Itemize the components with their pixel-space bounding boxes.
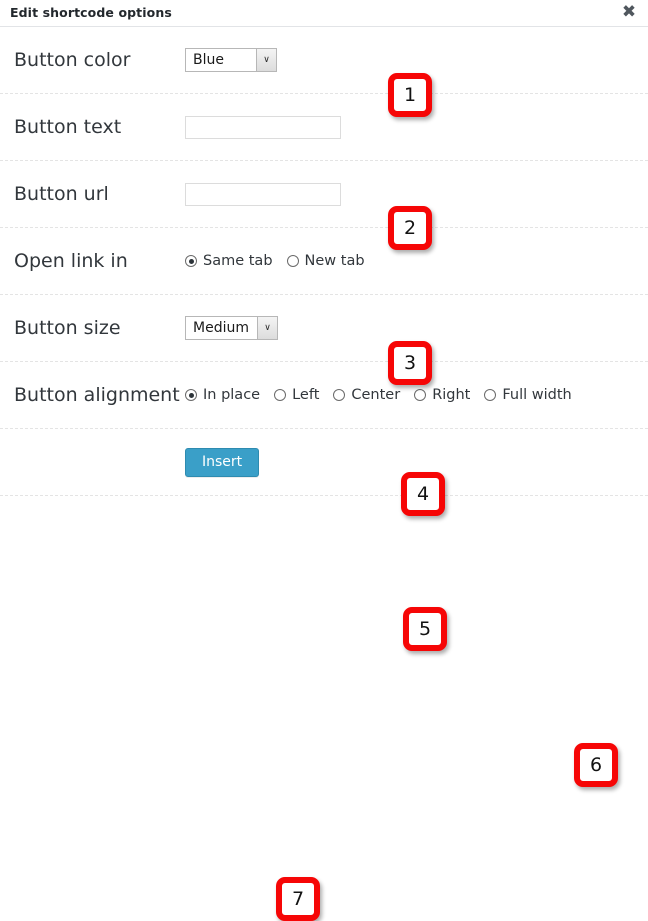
label-button-alignment: Button alignment bbox=[14, 383, 180, 406]
radio-center[interactable]: Center bbox=[333, 388, 400, 403]
row-button-url: Button url 3 bbox=[0, 161, 648, 385]
chevron-down-icon: ∨ bbox=[256, 317, 277, 339]
row-open-link-in: Open link in Same tab New tab 4 bbox=[0, 228, 648, 516]
radio-dot-icon bbox=[185, 255, 197, 267]
callout-badge-4: 4 bbox=[401, 472, 445, 516]
button-url-input[interactable] bbox=[185, 182, 341, 206]
radio-in-place-label: In place bbox=[203, 386, 261, 403]
radio-dot-icon bbox=[286, 255, 299, 267]
label-button-text: Button text bbox=[14, 115, 122, 138]
callout-badge-2: 2 bbox=[388, 206, 432, 250]
button-text-input[interactable] bbox=[185, 115, 341, 139]
radio-dot-icon bbox=[333, 389, 346, 401]
radio-right-label: Right bbox=[432, 386, 471, 403]
close-icon[interactable]: ✖ bbox=[619, 2, 639, 22]
button-color-select[interactable]: Blue ∨ bbox=[185, 48, 277, 72]
radio-full-width[interactable]: Full width bbox=[484, 386, 572, 403]
radio-dot-icon bbox=[185, 389, 197, 401]
row-button-size: Button size Medium ∨ 5 bbox=[0, 295, 648, 651]
label-button-url: Button url bbox=[14, 182, 109, 205]
callout-badge-7: 7 bbox=[276, 877, 320, 921]
chevron-down-icon: ∨ bbox=[256, 49, 276, 71]
radio-new-tab-label: New tab bbox=[304, 252, 365, 269]
dialog-titlebar: Edit shortcode options ✖ bbox=[0, 0, 648, 27]
radio-dot-icon bbox=[274, 389, 287, 401]
insert-button[interactable]: Insert bbox=[185, 447, 260, 477]
shortcode-options-form: Button color Blue ∨ 1 Button text 2 Butt… bbox=[0, 27, 648, 921]
radio-right[interactable]: Right bbox=[414, 388, 470, 403]
button-size-select[interactable]: Medium ∨ bbox=[185, 316, 278, 340]
button-color-value: Blue bbox=[193, 52, 224, 68]
radio-dot-icon bbox=[484, 389, 497, 401]
callout-badge-5: 5 bbox=[403, 607, 447, 651]
radio-left[interactable]: Left bbox=[274, 388, 319, 403]
radio-full-width-label: Full width bbox=[502, 386, 572, 403]
open-link-in-radio-group: Same tab New tab bbox=[185, 254, 365, 269]
button-size-value: Medium bbox=[193, 320, 249, 336]
row-button-text: Button text 2 bbox=[0, 94, 648, 250]
dialog-title: Edit shortcode options bbox=[10, 5, 172, 20]
row-button-color: Button color Blue ∨ 1 bbox=[0, 27, 648, 117]
radio-dot-icon bbox=[414, 389, 427, 401]
callout-badge-3: 3 bbox=[388, 341, 432, 385]
radio-same-tab[interactable]: Same tab bbox=[185, 254, 273, 269]
callout-badge-1: 1 bbox=[388, 73, 432, 117]
edit-shortcode-dialog: Edit shortcode options ✖ Button color Bl… bbox=[0, 0, 648, 921]
radio-in-place[interactable]: In place bbox=[185, 388, 260, 403]
radio-left-label: Left bbox=[292, 386, 320, 403]
callout-badge-6: 6 bbox=[574, 743, 618, 787]
button-alignment-radio-group: In place Left Center Right Full width bbox=[185, 388, 572, 403]
label-button-size: Button size bbox=[14, 316, 121, 339]
label-open-link-in: Open link in bbox=[14, 249, 128, 272]
label-button-color: Button color bbox=[14, 48, 131, 71]
radio-same-tab-label: Same tab bbox=[203, 252, 273, 269]
row-button-alignment: Button alignment In place Left Center Ri… bbox=[0, 362, 648, 787]
radio-center-label: Center bbox=[351, 386, 401, 403]
row-submit: Insert 7 bbox=[0, 429, 648, 921]
radio-new-tab[interactable]: New tab bbox=[286, 252, 365, 269]
